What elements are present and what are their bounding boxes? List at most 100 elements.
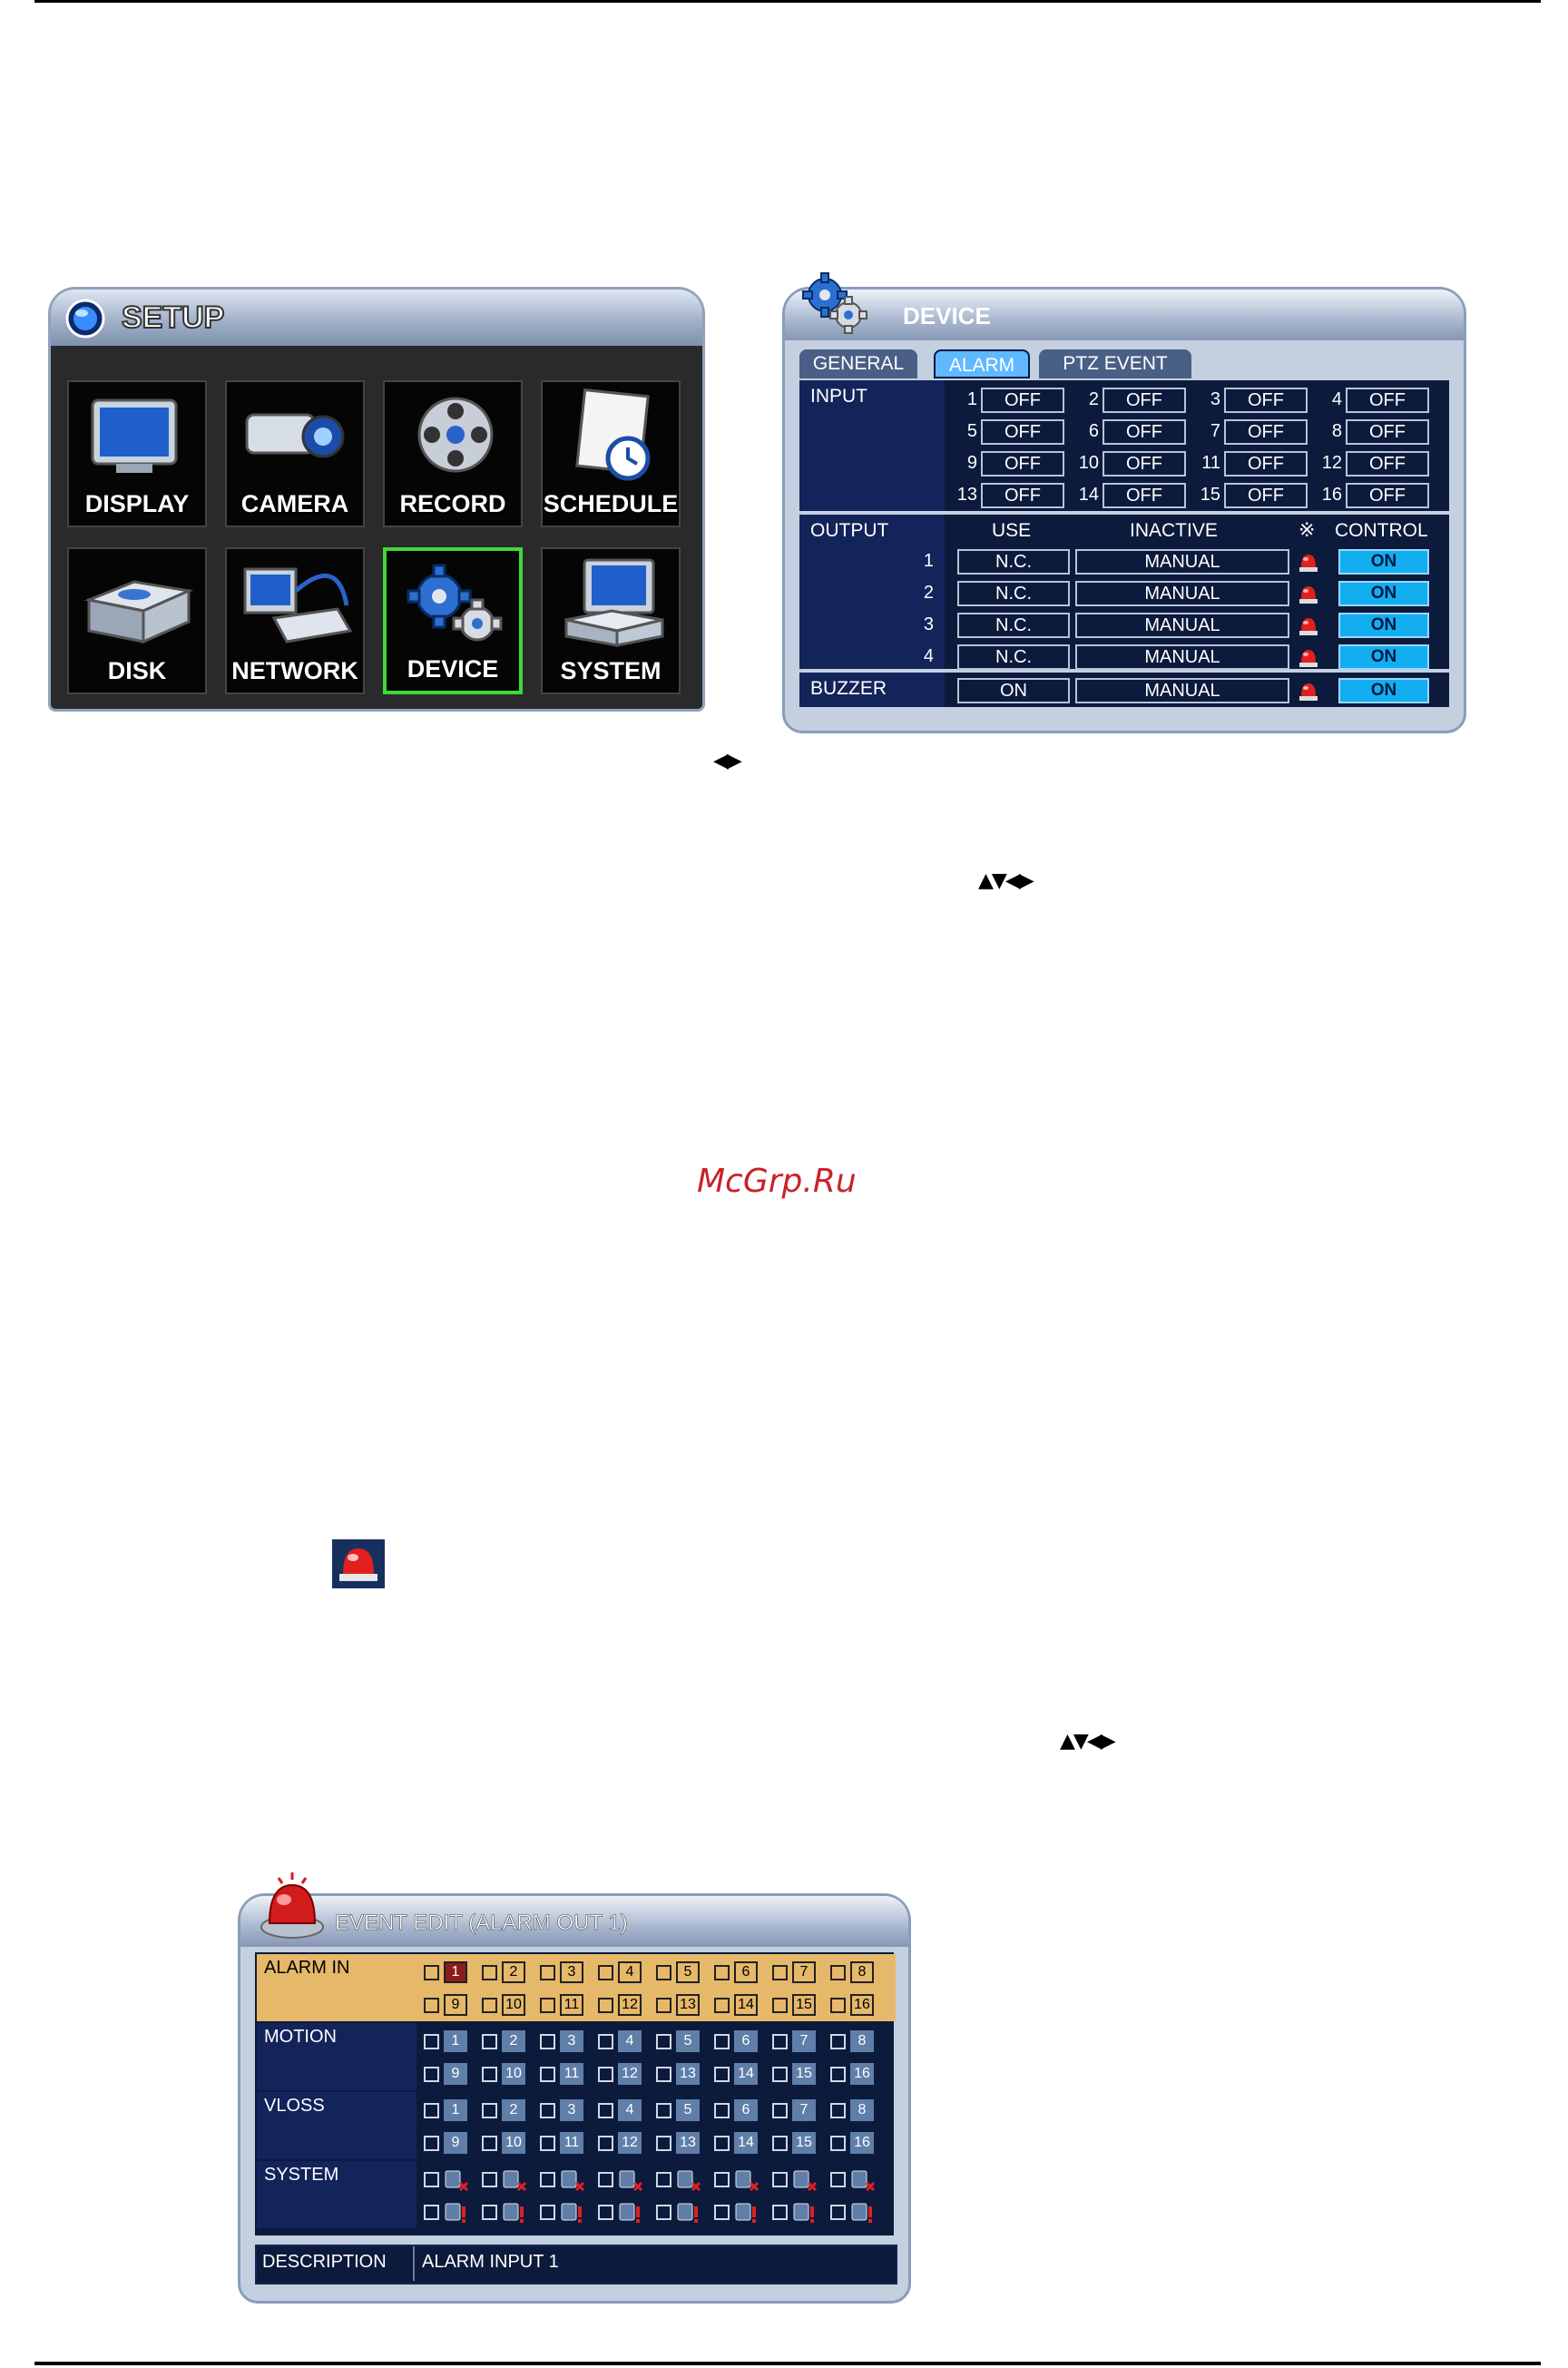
input-field[interactable]: OFF	[1102, 419, 1186, 445]
event-checkbox[interactable]	[540, 2136, 555, 2151]
event-checkbox[interactable]	[424, 2205, 439, 2220]
input-field[interactable]: OFF	[1224, 483, 1308, 508]
output-control-button[interactable]: ON	[1338, 644, 1429, 670]
event-checkbox[interactable]	[598, 2205, 613, 2220]
event-checkbox[interactable]	[830, 2205, 846, 2220]
output-control-button[interactable]: ON	[1338, 581, 1429, 606]
event-checkbox[interactable]	[656, 2103, 671, 2118]
buzzer-control-button[interactable]: ON	[1338, 678, 1429, 703]
output-control-button[interactable]: ON	[1338, 549, 1429, 575]
event-checkbox[interactable]	[424, 2067, 439, 2082]
event-checkbox[interactable]	[482, 1965, 497, 1980]
event-checkbox[interactable]	[424, 1998, 439, 2013]
input-field[interactable]: OFF	[1224, 451, 1308, 477]
event-checkbox[interactable]	[772, 1998, 788, 2013]
input-field[interactable]: OFF	[1346, 419, 1429, 445]
event-checkbox[interactable]	[714, 2067, 730, 2082]
event-checkbox[interactable]	[772, 2136, 788, 2151]
event-checkbox[interactable]	[830, 1965, 846, 1980]
event-checkbox[interactable]	[598, 2034, 613, 2049]
event-checkbox[interactable]	[482, 2067, 497, 2082]
event-checkbox[interactable]	[656, 2067, 671, 2082]
event-checkbox[interactable]	[540, 1998, 555, 2013]
event-checkbox[interactable]	[772, 2103, 788, 2118]
tile-display[interactable]: DISPLAY	[67, 380, 207, 527]
event-checkbox[interactable]	[540, 1965, 555, 1980]
output-use-field[interactable]: N.C.	[957, 644, 1070, 670]
event-checkbox[interactable]	[598, 1998, 613, 2013]
input-field[interactable]: OFF	[981, 451, 1064, 477]
input-field[interactable]: OFF	[981, 483, 1064, 508]
event-checkbox[interactable]	[714, 2034, 730, 2049]
tab-ptz-event[interactable]: PTZ EVENT	[1039, 349, 1191, 378]
event-checkbox[interactable]	[424, 2172, 439, 2187]
event-checkbox[interactable]	[830, 2103, 846, 2118]
event-checkbox[interactable]	[482, 2103, 497, 2118]
event-checkbox[interactable]	[482, 2136, 497, 2151]
event-checkbox[interactable]	[424, 1965, 439, 1980]
event-checkbox[interactable]	[714, 2103, 730, 2118]
tile-disk[interactable]: DISK	[67, 547, 207, 694]
event-checkbox[interactable]	[714, 1965, 730, 1980]
output-control-button[interactable]: ON	[1338, 613, 1429, 638]
event-checkbox[interactable]	[540, 2172, 555, 2187]
event-checkbox[interactable]	[598, 2136, 613, 2151]
event-checkbox[interactable]	[424, 2034, 439, 2049]
input-field[interactable]: OFF	[1346, 451, 1429, 477]
event-checkbox[interactable]	[482, 1998, 497, 2013]
event-checkbox[interactable]	[424, 2103, 439, 2118]
description-field[interactable]: ALARM INPUT 1	[422, 2252, 559, 2273]
input-field[interactable]: OFF	[1224, 419, 1308, 445]
event-checkbox[interactable]	[714, 2172, 730, 2187]
event-checkbox[interactable]	[598, 1965, 613, 1980]
event-checkbox[interactable]	[714, 1998, 730, 2013]
tile-network[interactable]: NETWORK	[225, 547, 365, 694]
tab-alarm[interactable]: ALARM	[934, 349, 1030, 378]
tile-camera[interactable]: CAMERA	[225, 380, 365, 527]
event-checkbox[interactable]	[830, 2067, 846, 2082]
input-field[interactable]: OFF	[1102, 451, 1186, 477]
event-checkbox[interactable]	[424, 2136, 439, 2151]
output-inactive-field[interactable]: MANUAL	[1075, 644, 1289, 670]
event-checkbox[interactable]	[540, 2103, 555, 2118]
tile-system[interactable]: SYSTEM	[541, 547, 681, 694]
event-checkbox[interactable]	[830, 1998, 846, 2013]
input-field[interactable]: OFF	[1102, 388, 1186, 413]
tab-general[interactable]: GENERAL	[799, 349, 917, 378]
event-checkbox[interactable]	[482, 2172, 497, 2187]
event-checkbox[interactable]	[772, 1965, 788, 1980]
event-checkbox[interactable]	[772, 2067, 788, 2082]
event-checkbox[interactable]	[540, 2067, 555, 2082]
tile-record[interactable]: RECORD	[383, 380, 523, 527]
input-field[interactable]: OFF	[981, 419, 1064, 445]
output-inactive-field[interactable]: MANUAL	[1075, 581, 1289, 606]
event-checkbox[interactable]	[714, 2136, 730, 2151]
event-checkbox[interactable]	[656, 1965, 671, 1980]
event-checkbox[interactable]	[598, 2067, 613, 2082]
input-field[interactable]: OFF	[1224, 388, 1308, 413]
event-checkbox[interactable]	[656, 2034, 671, 2049]
output-use-field[interactable]: N.C.	[957, 581, 1070, 606]
event-checkbox[interactable]	[656, 2205, 671, 2220]
event-checkbox[interactable]	[656, 2172, 671, 2187]
event-checkbox[interactable]	[540, 2205, 555, 2220]
event-checkbox[interactable]	[830, 2136, 846, 2151]
output-inactive-field[interactable]: MANUAL	[1075, 549, 1289, 575]
event-checkbox[interactable]	[598, 2172, 613, 2187]
event-checkbox[interactable]	[772, 2034, 788, 2049]
tile-device[interactable]: DEVICE	[383, 547, 523, 694]
buzzer-use-field[interactable]: ON	[957, 678, 1070, 703]
input-field[interactable]: OFF	[981, 388, 1064, 413]
tile-schedule[interactable]: SCHEDULE	[541, 380, 681, 527]
event-checkbox[interactable]	[656, 1998, 671, 2013]
event-checkbox[interactable]	[540, 2034, 555, 2049]
event-checkbox[interactable]	[714, 2205, 730, 2220]
output-use-field[interactable]: N.C.	[957, 549, 1070, 575]
event-checkbox[interactable]	[482, 2034, 497, 2049]
input-field[interactable]: OFF	[1346, 483, 1429, 508]
event-checkbox[interactable]	[830, 2034, 846, 2049]
event-checkbox[interactable]	[772, 2172, 788, 2187]
input-field[interactable]: OFF	[1102, 483, 1186, 508]
buzzer-inactive-field[interactable]: MANUAL	[1075, 678, 1289, 703]
event-checkbox[interactable]	[598, 2103, 613, 2118]
